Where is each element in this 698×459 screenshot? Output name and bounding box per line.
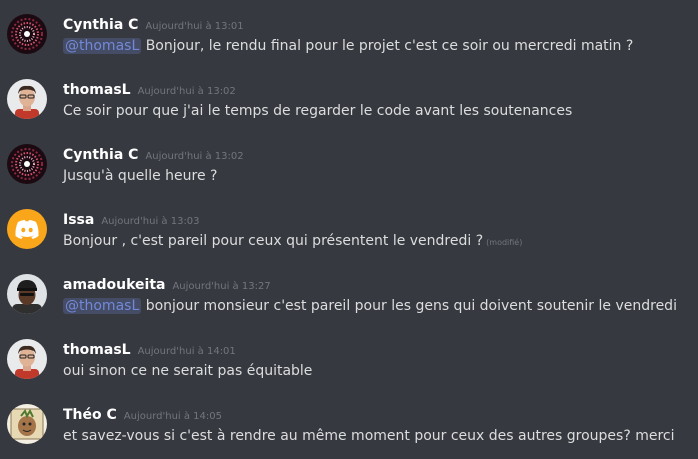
username[interactable]: thomasL <box>63 342 131 358</box>
timestamp: Aujourd'hui à 14:01 <box>137 346 236 357</box>
message-item: Issa Aujourd'hui à 13:03 Bonjour , c'est … <box>0 209 698 271</box>
timestamp: Aujourd'hui à 13:02 <box>137 86 236 97</box>
message-content: @thomasL Bonjour, le rendu final pour le… <box>63 35 633 57</box>
username[interactable]: Cynthia C <box>63 147 138 163</box>
message-text: Bonjour , c'est pareil pour ceux qui pré… <box>63 233 484 249</box>
username[interactable]: Issa <box>63 212 94 228</box>
username[interactable]: Cynthia C <box>63 17 138 33</box>
username[interactable]: Théo C <box>63 407 117 423</box>
message-text: et savez-vous si c'est à rendre au même … <box>63 428 675 444</box>
message-content: Ce soir pour que j'ai le temps de regard… <box>63 100 572 122</box>
username[interactable]: thomasL <box>63 82 131 98</box>
user-mention[interactable]: @thomasL <box>63 38 142 54</box>
timestamp: Aujourd'hui à 13:01 <box>145 21 244 32</box>
message-item: Cynthia C Aujourd'hui à 13:02 Jusqu'à que… <box>0 144 698 206</box>
message-item: amadoukeita Aujourd'hui à 13:27 @thomasL … <box>0 274 698 336</box>
man-photo-avatar-icon[interactable] <box>7 339 47 379</box>
username[interactable]: amadoukeita <box>63 277 165 293</box>
message-text: Bonjour, le rendu final pour le projet c… <box>141 38 634 54</box>
message-content: Jusqu'à quelle heure ? <box>63 165 217 187</box>
firework-avatar-icon[interactable] <box>7 14 47 54</box>
timestamp: Aujourd'hui à 13:02 <box>145 151 244 162</box>
edited-label: (modifié) <box>486 238 523 247</box>
timestamp: Aujourd'hui à 13:03 <box>101 216 200 227</box>
message-item: thomasL Aujourd'hui à 14:01 oui sinon ce … <box>0 339 698 401</box>
message-text: bonjour monsieur c'est pareil pour les g… <box>141 298 677 314</box>
discord-logo-avatar-icon[interactable] <box>7 209 47 249</box>
user-mention[interactable]: @thomasL <box>63 298 142 314</box>
message-content: et savez-vous si c'est à rendre au même … <box>63 425 675 447</box>
timestamp: Aujourd'hui à 13:27 <box>172 281 271 292</box>
cartoon-avatar-icon[interactable] <box>7 404 47 444</box>
firework-avatar-icon[interactable] <box>7 144 47 184</box>
message-item: Cynthia C Aujourd'hui à 13:01 @thomasL Bo… <box>0 14 698 76</box>
message-content: Bonjour , c'est pareil pour ceux qui pré… <box>63 230 522 254</box>
message-text: Jusqu'à quelle heure ? <box>63 168 218 184</box>
message-content: @thomasL bonjour monsieur c'est pareil p… <box>63 295 677 317</box>
timestamp: Aujourd'hui à 14:05 <box>123 411 222 422</box>
message-content: oui sinon ce ne serait pas équitable <box>63 360 312 382</box>
message-item: Théo C Aujourd'hui à 14:05 et savez-vous … <box>0 404 698 459</box>
man-photo-avatar-icon[interactable] <box>7 79 47 119</box>
man-cap-photo-avatar-icon[interactable] <box>7 274 47 314</box>
message-item: thomasL Aujourd'hui à 13:02 Ce soir pour … <box>0 79 698 141</box>
message-text: oui sinon ce ne serait pas équitable <box>63 363 313 379</box>
message-text: Ce soir pour que j'ai le temps de regard… <box>63 103 573 119</box>
